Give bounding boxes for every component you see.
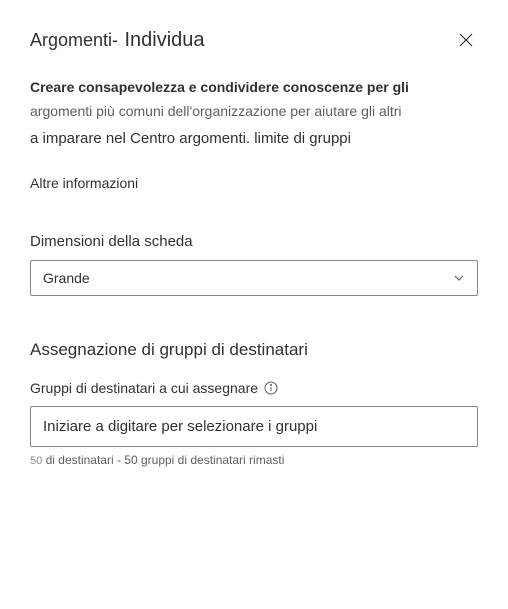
panel-description: Creare consapevolezza e condividere cono… xyxy=(30,76,478,151)
description-line2: argomenti più comuni dell'organizzazione… xyxy=(30,100,478,124)
title-main: Individua xyxy=(124,29,204,51)
title-prefix: Argomenti- xyxy=(30,30,118,50)
more-info-link[interactable]: Altre informazioni xyxy=(30,175,138,191)
description-line3: a imparare nel Centro argomenti. limite … xyxy=(30,126,478,152)
card-size-value: Grande xyxy=(43,270,90,286)
close-button[interactable] xyxy=(454,28,478,52)
chevron-down-icon xyxy=(453,272,465,284)
description-line1: Creare consapevolezza e condividere cono… xyxy=(30,76,478,100)
audience-helper-text: 50 di destinatari - 50 gruppi di destina… xyxy=(30,453,478,467)
audience-field-label-text: Gruppi di destinatari a cui assegnare xyxy=(30,380,258,396)
close-icon xyxy=(458,32,474,48)
card-size-label: Dimensioni della scheda xyxy=(30,233,478,250)
audience-helper-label: di destinatari - 50 gruppi di destinatar… xyxy=(46,453,285,467)
card-size-select[interactable]: Grande xyxy=(30,260,478,296)
panel-title: Argomenti- Individua xyxy=(30,29,205,52)
info-icon[interactable] xyxy=(264,381,278,395)
audience-helper-count: 50 xyxy=(30,455,42,467)
audience-groups-input[interactable] xyxy=(30,406,478,447)
audience-field-label: Gruppi di destinatari a cui assegnare xyxy=(30,380,478,396)
audience-heading: Assegnazione di gruppi di destinatari xyxy=(30,340,478,360)
